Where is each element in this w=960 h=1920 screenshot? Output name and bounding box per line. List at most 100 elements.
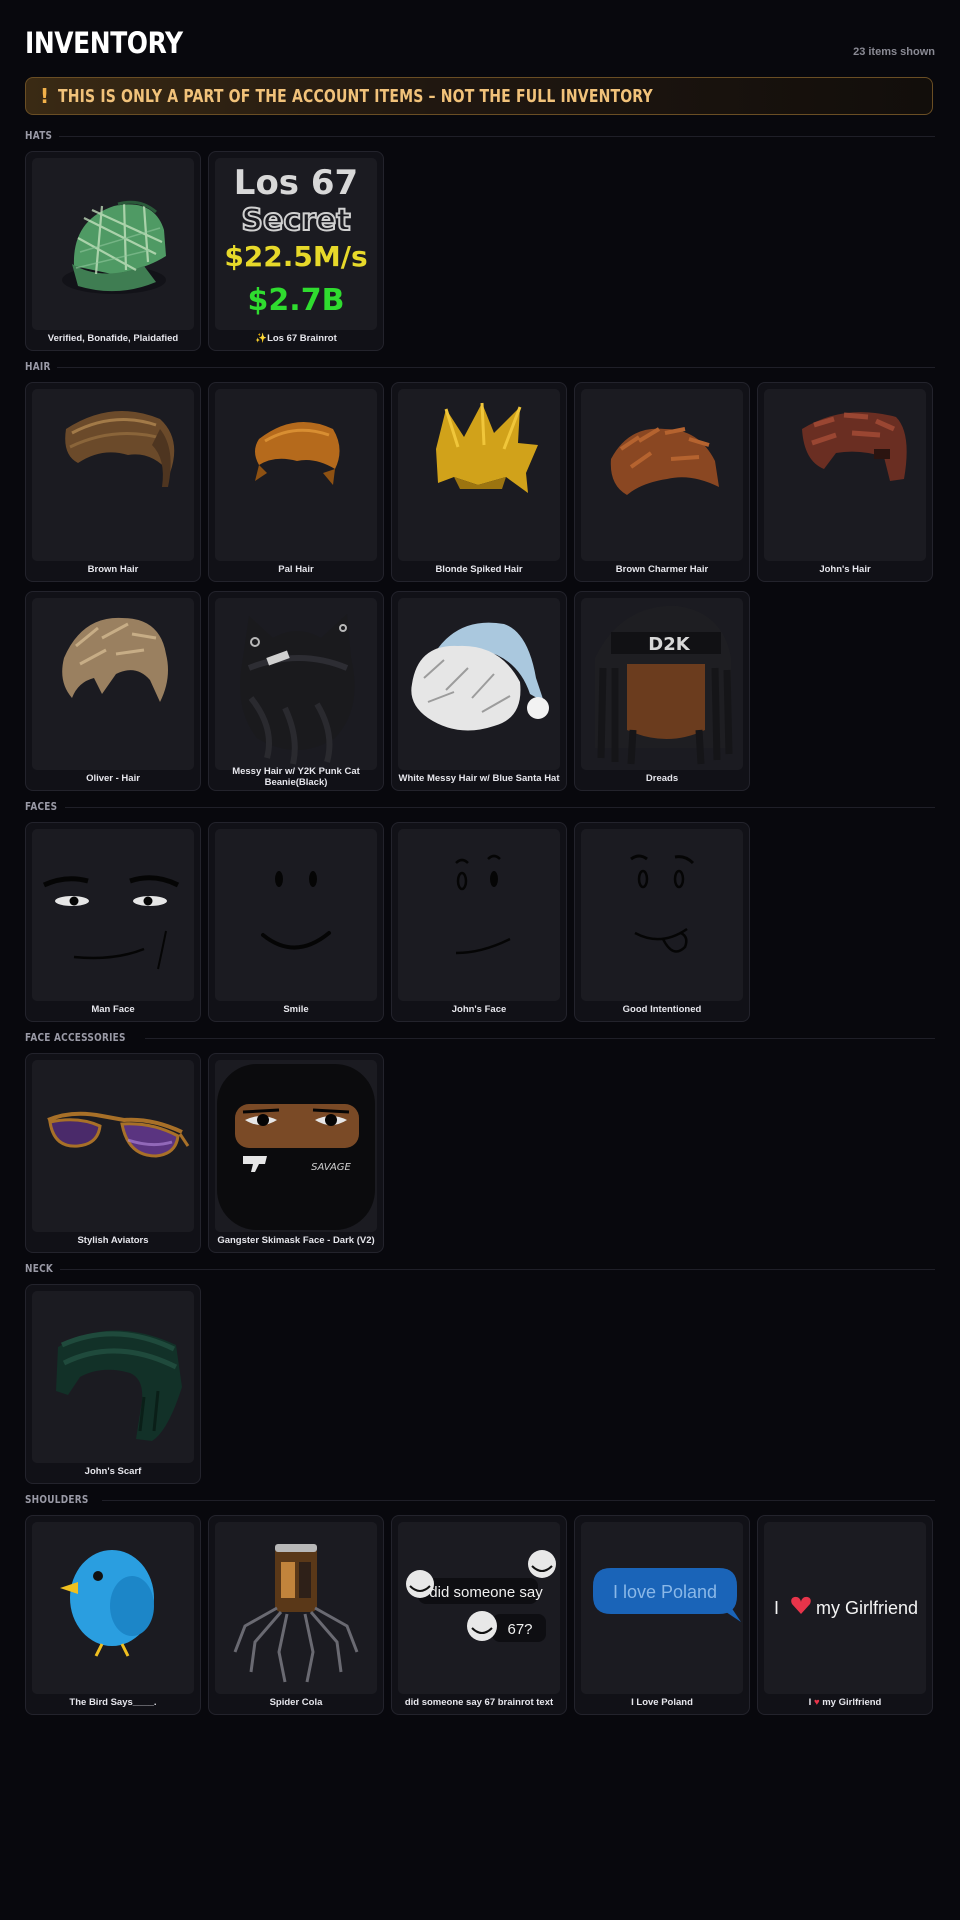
item-name: Dreads <box>645 772 679 784</box>
item-count: 23 items shown <box>853 46 935 58</box>
plaid-cap-icon <box>62 200 166 294</box>
item-card-santa-hat-hair[interactable]: White Messy Hair w/ Blue Santa Hat <box>391 591 567 791</box>
divider <box>101 1499 935 1501</box>
item-card-pal-hair[interactable]: Pal Hair <box>208 382 384 582</box>
troll-text-icon: did someone say 67? <box>406 1550 556 1642</box>
item-thumbnail: I love Poland <box>581 1522 743 1694</box>
item-name: Blonde Spiked Hair <box>435 563 523 575</box>
item-card-johns-hair[interactable]: John's Hair <box>757 382 933 582</box>
item-name: Brown Hair <box>87 563 139 575</box>
item-thumbnail: SAVAGE <box>215 1060 377 1232</box>
item-card-smile[interactable]: Smile <box>208 822 384 1022</box>
item-card-my-girlfriend[interactable]: I my Girlfriend I ♥ my Girlfriend <box>757 1515 933 1715</box>
item-name-pre: I <box>808 1696 812 1708</box>
item-thumbnail <box>581 829 743 1001</box>
item-thumbnail <box>32 829 194 1001</box>
item-name: Gangster Skimask Face - Dark (V2) <box>217 1234 375 1246</box>
divider <box>65 806 935 808</box>
item-thumbnail <box>32 1060 194 1232</box>
item-name: Oliver - Hair <box>86 772 140 784</box>
item-thumbnail <box>32 1291 194 1463</box>
section-label: HATS <box>25 130 53 142</box>
skimask-icon: SAVAGE <box>217 1064 375 1230</box>
art-line3: $22.5M/s <box>224 240 367 273</box>
item-card-i-love-poland[interactable]: I love Poland I Love Poland <box>574 1515 750 1715</box>
item-name: John's Hair <box>819 563 871 575</box>
item-name: Messy Hair w/ Y2K Punk Cat Beanie(Black) <box>232 766 360 788</box>
item-card-man-face[interactable]: Man Face <box>25 822 201 1022</box>
item-card-stylish-aviators[interactable]: Stylish Aviators <box>25 1053 201 1253</box>
item-card-gangster-skimask[interactable]: SAVAGE Gangster Skimask Face - Dark (V2) <box>208 1053 384 1253</box>
item-thumbnail <box>398 389 560 561</box>
item-name: I Love Poland <box>631 1696 693 1708</box>
page-title: INVENTORY <box>25 26 183 60</box>
heart-icon: ♥ <box>813 1696 820 1708</box>
los67-brainrot-icon: Los 67 Secret $22.5M/s $2.7B <box>224 163 367 318</box>
section-header-hair: HAIR <box>25 360 935 374</box>
item-card-bird[interactable]: The Bird Says____. <box>25 1515 201 1715</box>
section-label: HAIR <box>25 361 51 373</box>
art-bubble2: 67? <box>507 1621 532 1638</box>
item-thumbnail: D2K <box>581 598 743 770</box>
section-label: NECK <box>25 1263 54 1275</box>
item-name: Stylish Aviators <box>77 1234 149 1246</box>
item-card-plaid-cap[interactable]: Verified, Bonafide, Plaidafied <box>25 151 201 351</box>
item-card-brown-charmer-hair[interactable]: Brown Charmer Hair <box>574 382 750 582</box>
item-thumbnail <box>32 1522 194 1694</box>
item-card-blonde-spiked-hair[interactable]: Blonde Spiked Hair <box>391 382 567 582</box>
section-label: FACES <box>25 801 58 813</box>
item-name: did someone say 67 brainrot text <box>404 1696 554 1708</box>
section-header-face-accessories: FACE ACCESSORIES <box>25 1031 935 1045</box>
section-header-faces: FACES <box>25 800 935 814</box>
section-header-hats: HATS <box>25 129 935 143</box>
item-name: I ♥ my Girlfriend <box>762 1694 928 1710</box>
item-card-dreads[interactable]: D2K Dreads <box>574 591 750 791</box>
johns-hair-icon <box>802 412 907 481</box>
item-thumbnail <box>215 1522 377 1694</box>
item-name: White Messy Hair w/ Blue Santa Hat <box>398 772 560 784</box>
item-thumbnail <box>398 829 560 1001</box>
art-line4: $2.7B <box>248 283 345 318</box>
item-name-post: my Girlfriend <box>822 1696 882 1708</box>
pal-hair-icon <box>255 421 340 485</box>
item-thumbnail: did someone say 67? <box>398 1522 560 1694</box>
oliver-hair-icon <box>62 617 169 702</box>
item-card-johns-scarf[interactable]: John's Scarf <box>25 1284 201 1484</box>
item-thumbnail <box>764 389 926 561</box>
item-card-johns-face[interactable]: John's Face <box>391 822 567 1022</box>
good-intentioned-face-icon <box>630 854 695 953</box>
item-card-troll-text[interactable]: did someone say 67? did someone say 67 b… <box>391 1515 567 1715</box>
divider <box>60 1268 935 1270</box>
punk-cat-beanie-icon <box>240 614 355 765</box>
item-name: Smile <box>283 1003 309 1015</box>
warning-icon: ! <box>40 84 50 108</box>
item-name: Spider Cola <box>269 1696 323 1708</box>
brown-charmer-hair-icon <box>610 427 719 495</box>
item-name: John's Face <box>451 1003 507 1015</box>
item-name: ✨Los 67 Brainrot <box>255 332 337 344</box>
section-header-shoulders: SHOULDERS <box>25 1493 935 1507</box>
scarf-icon <box>56 1330 182 1441</box>
item-thumbnail: I my Girlfriend <box>764 1522 926 1694</box>
item-card-los67[interactable]: Los 67 Secret $22.5M/s $2.7B ✨Los 67 Bra… <box>208 151 384 351</box>
divider <box>57 366 935 368</box>
item-card-brown-hair[interactable]: Brown Hair <box>25 382 201 582</box>
item-card-punk-cat-beanie[interactable]: Messy Hair w/ Y2K Punk Cat Beanie(Black) <box>208 591 384 791</box>
item-card-spider-cola[interactable]: Spider Cola <box>208 1515 384 1715</box>
inventory-page: INVENTORY 23 items shown ! THIS IS ONLY … <box>0 0 960 1920</box>
section-label: FACE ACCESSORIES <box>25 1032 126 1044</box>
item-name: John's Scarf <box>84 1465 142 1477</box>
warning-banner: ! THIS IS ONLY A PART OF THE ACCOUNT ITE… <box>25 77 933 115</box>
art-pre: I <box>774 1598 779 1618</box>
art-label: SAVAGE <box>311 1162 351 1173</box>
section-label: SHOULDERS <box>25 1494 89 1506</box>
spider-cola-icon <box>233 1544 359 1683</box>
item-name: Brown Charmer Hair <box>615 563 709 575</box>
speech-bubble-icon: I love Poland <box>593 1568 741 1622</box>
art-label: D2K <box>648 634 690 655</box>
item-card-good-intentioned[interactable]: Good Intentioned <box>574 822 750 1022</box>
heart-text-icon: I my Girlfriend <box>774 1596 918 1618</box>
art-line1: Los 67 <box>234 163 358 203</box>
item-card-oliver-hair[interactable]: Oliver - Hair <box>25 591 201 791</box>
section-header-neck: NECK <box>25 1262 935 1276</box>
